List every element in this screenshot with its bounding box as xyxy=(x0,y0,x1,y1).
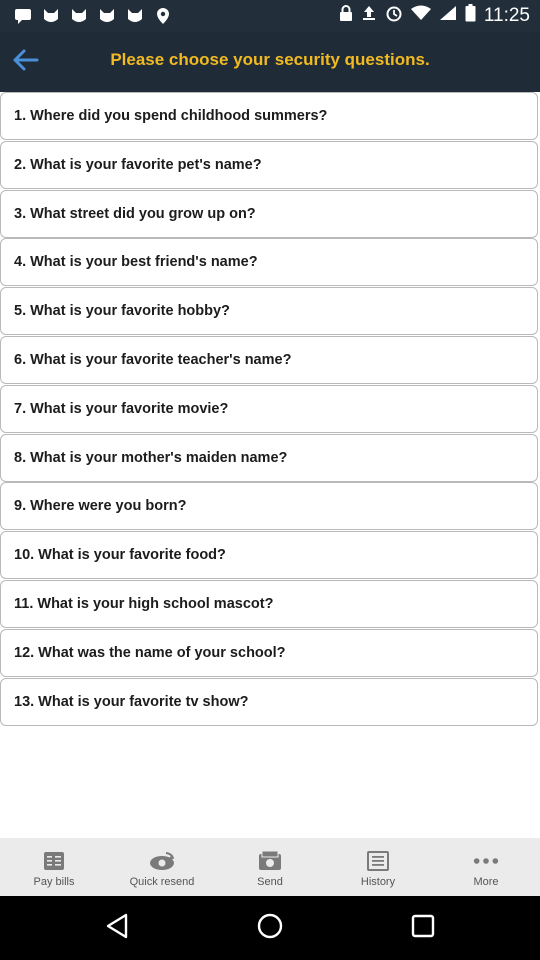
question-item[interactable]: 8. What is your mother's maiden name? xyxy=(0,433,538,482)
location-icon xyxy=(152,5,174,27)
bottom-tab-bar: Pay bills Quick resend Send History More xyxy=(0,838,540,896)
wifi-icon xyxy=(410,5,431,26)
question-label: 7. What is your favorite movie? xyxy=(14,400,229,417)
resend-icon xyxy=(148,850,176,872)
history-icon xyxy=(364,850,392,872)
circle-home-icon xyxy=(256,912,284,945)
question-label: 9. Where were you born? xyxy=(14,498,187,515)
security-question-list: 1. Where did you spend childhood summers… xyxy=(0,92,540,726)
question-label: 11. What is your high school mascot? xyxy=(14,595,274,612)
signal-icon xyxy=(439,5,457,26)
question-label: 6. What is your favorite teacher's name? xyxy=(14,351,292,368)
question-label: 2. What is your favorite pet's name? xyxy=(14,156,262,173)
system-icons: 11:25 xyxy=(339,4,530,27)
question-label: 8. What is your mother's maiden name? xyxy=(14,449,288,466)
cat-icon xyxy=(68,5,90,27)
question-item[interactable]: 5. What is your favorite hobby? xyxy=(0,287,538,336)
cat-icon xyxy=(40,5,62,27)
message-icon xyxy=(12,5,34,27)
more-icon xyxy=(472,850,500,872)
triangle-back-icon xyxy=(104,912,130,945)
question-item[interactable]: 7. What is your favorite movie? xyxy=(0,384,538,433)
question-item[interactable]: 6. What is your favorite teacher's name? xyxy=(0,335,538,384)
tab-history[interactable]: History xyxy=(324,838,432,896)
question-item[interactable]: 4. What is your best friend's name? xyxy=(0,238,538,287)
nav-home-button[interactable] xyxy=(240,898,300,958)
cat-icon xyxy=(124,5,146,27)
tab-label: More xyxy=(473,876,499,888)
question-item[interactable]: 13. What is your favorite tv show? xyxy=(0,677,538,726)
notification-icons xyxy=(12,5,174,27)
nav-back-button[interactable] xyxy=(87,898,147,958)
tab-send[interactable]: Send xyxy=(216,838,324,896)
question-label: 10. What is your favorite food? xyxy=(14,547,226,564)
app-header: Please choose your security questions. xyxy=(0,32,540,92)
tab-label: Pay bills xyxy=(33,876,75,888)
send-icon xyxy=(256,850,284,872)
system-nav-bar xyxy=(0,896,540,960)
tab-more[interactable]: More xyxy=(432,838,540,896)
tab-label: Quick resend xyxy=(129,876,195,888)
question-label: 1. Where did you spend childhood summers… xyxy=(14,108,328,124)
question-item[interactable]: 12. What was the name of your school? xyxy=(0,628,538,677)
question-label: 4. What is your best friend's name? xyxy=(14,254,258,271)
status-bar: 11:25 xyxy=(0,0,540,32)
nav-recents-button[interactable] xyxy=(393,898,453,958)
question-item[interactable]: 1. Where did you spend childhood summers… xyxy=(0,92,538,140)
battery-icon xyxy=(465,4,476,27)
question-label: 3. What street did you grow up on? xyxy=(14,205,256,222)
tab-label: Send xyxy=(257,876,283,888)
status-time: 11:25 xyxy=(483,4,530,26)
question-item[interactable]: 11. What is your high school mascot? xyxy=(0,579,538,628)
upload-icon xyxy=(361,5,377,26)
tab-quick-resend[interactable]: Quick resend xyxy=(108,838,216,896)
cat-icon xyxy=(96,5,118,27)
tab-pay-bills[interactable]: Pay bills xyxy=(0,838,108,896)
question-item[interactable]: 3. What street did you grow up on? xyxy=(0,189,538,238)
alarm-icon xyxy=(385,4,403,27)
question-label: 13. What is your favorite tv show? xyxy=(14,693,249,710)
question-label: 12. What was the name of your school? xyxy=(14,644,286,661)
question-label: 5. What is your favorite hobby? xyxy=(14,303,230,320)
question-item[interactable]: 9. Where were you born? xyxy=(0,482,538,531)
lock-icon xyxy=(339,5,353,26)
tab-label: History xyxy=(360,876,396,888)
square-recents-icon xyxy=(410,913,436,944)
bill-icon xyxy=(40,850,68,872)
page-title: Please choose your security questions. xyxy=(110,50,430,69)
question-item[interactable]: 10. What is your favorite food? xyxy=(0,531,538,580)
question-item[interactable]: 2. What is your favorite pet's name? xyxy=(0,140,538,189)
